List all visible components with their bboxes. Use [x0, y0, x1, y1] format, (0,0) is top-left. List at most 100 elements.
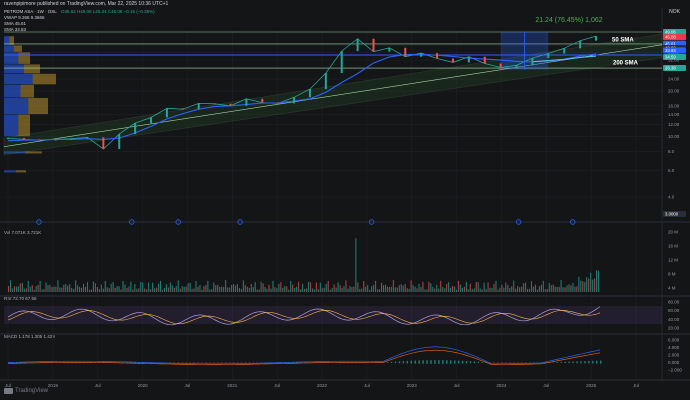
volume-bar [485, 289, 487, 292]
volume-bar [29, 286, 31, 292]
volume-bar [329, 289, 331, 292]
macd-histogram-bar [422, 360, 424, 364]
volume-bar [365, 286, 367, 292]
volume-profile-down-bar [32, 73, 56, 85]
volume-bar [517, 285, 519, 292]
volume-profile-up-bar [4, 84, 21, 98]
time-tick-label: 2025 [586, 383, 597, 388]
volume-bar [59, 287, 61, 292]
volume-bar [598, 270, 600, 292]
macd-histogram-bar [426, 360, 428, 364]
volume-bar [491, 287, 493, 292]
volume-bar [128, 286, 130, 292]
volume-bar [175, 286, 177, 292]
volume-bar [534, 284, 536, 292]
volume-bar [246, 286, 248, 292]
volume-bar [132, 289, 134, 292]
volume-bar [298, 281, 300, 292]
volume-bar [473, 288, 475, 292]
volume-bar [353, 286, 355, 292]
price-candle [388, 47, 391, 52]
volume-bar [294, 287, 296, 292]
macd-histogram-bar [213, 362, 215, 363]
volume-bar [13, 286, 16, 292]
volume-bar [230, 285, 233, 292]
volume-bar [130, 281, 132, 292]
price-tag-label: 33.83 [665, 48, 676, 53]
price-tag: 46.08 [663, 34, 686, 41]
macd-histogram-bar [240, 362, 243, 363]
volume-profile-down-bar [28, 98, 48, 115]
volume-bar [177, 280, 179, 292]
volume-bar [213, 282, 215, 292]
volume-bar [408, 288, 410, 292]
volume-bar [532, 286, 535, 292]
volume-bar [227, 287, 229, 292]
volume-bar [477, 282, 479, 292]
volume-bar [45, 282, 47, 292]
volume-bar [313, 289, 315, 292]
volume-bar [73, 288, 75, 292]
volume-bar [57, 280, 59, 292]
price-tag: 28.38 [663, 65, 686, 72]
time-tick-label: 2019 [48, 383, 59, 388]
price-chart[interactable]: Jul 2019 Jul 2020 Jul 2021 Jul 2022 Jul 2023 Jul 20… [0, 0, 690, 400]
macd-histogram-bar [236, 362, 239, 363]
macd-histogram-bar [442, 360, 444, 364]
price-tag: 33.83 [663, 47, 686, 54]
volume-bar [574, 286, 576, 292]
volume-bar [566, 285, 568, 292]
volume-bar [248, 288, 250, 292]
volume-bar [79, 286, 81, 292]
volume-bar [394, 287, 396, 292]
volume-bar [286, 286, 288, 292]
volume-bar [380, 282, 383, 292]
price-candle [118, 134, 121, 149]
price-tick-label: 6.0 [668, 168, 675, 173]
volume-bar [90, 289, 92, 292]
volume-bar [505, 282, 507, 292]
volume-bar [378, 289, 381, 292]
volume-bar [8, 286, 10, 292]
volume-bar [497, 289, 499, 292]
volume-bar [221, 286, 223, 292]
volume-tick-label: 12 M [668, 258, 678, 263]
volume-bar [582, 281, 584, 292]
volume-bar [183, 286, 185, 292]
volume-bar [169, 282, 171, 292]
volume-bar [528, 288, 531, 292]
price-candle [595, 36, 597, 41]
volume-bar [489, 287, 491, 292]
volume-bar [590, 272, 592, 292]
volume-profile-up-bar [4, 73, 33, 85]
volume-bar [159, 280, 162, 292]
volume-bar [438, 288, 440, 292]
volume-bar [288, 289, 290, 292]
volume-bar [410, 280, 412, 292]
volume-bar [232, 284, 235, 292]
volume-bar [55, 286, 57, 292]
price-tick-label: 4.0 [668, 195, 675, 200]
volume-bar [266, 288, 268, 292]
macd-histogram-bar [394, 361, 397, 364]
price-candle [451, 58, 454, 63]
volume-bar [414, 286, 416, 292]
macd-histogram-bar [552, 362, 555, 363]
volume-bar [71, 287, 73, 292]
volume-bar [152, 282, 154, 292]
volume-bar [552, 284, 554, 292]
volume-bar [461, 287, 463, 292]
volume-bar [523, 283, 525, 292]
volume-bar [560, 280, 562, 292]
volume-tick-label: 4 M [668, 286, 676, 291]
volume-bar [554, 286, 556, 292]
volume-bar [148, 282, 150, 292]
volume-bar [319, 282, 321, 292]
rsi-tick-label: 80.00 [668, 300, 680, 305]
volume-bar [540, 284, 542, 292]
volume-bar [41, 289, 43, 292]
volume-profile-up-bar [4, 114, 19, 137]
price-candle [467, 56, 470, 63]
volume-bar [112, 282, 114, 292]
volume-bar [260, 281, 262, 292]
